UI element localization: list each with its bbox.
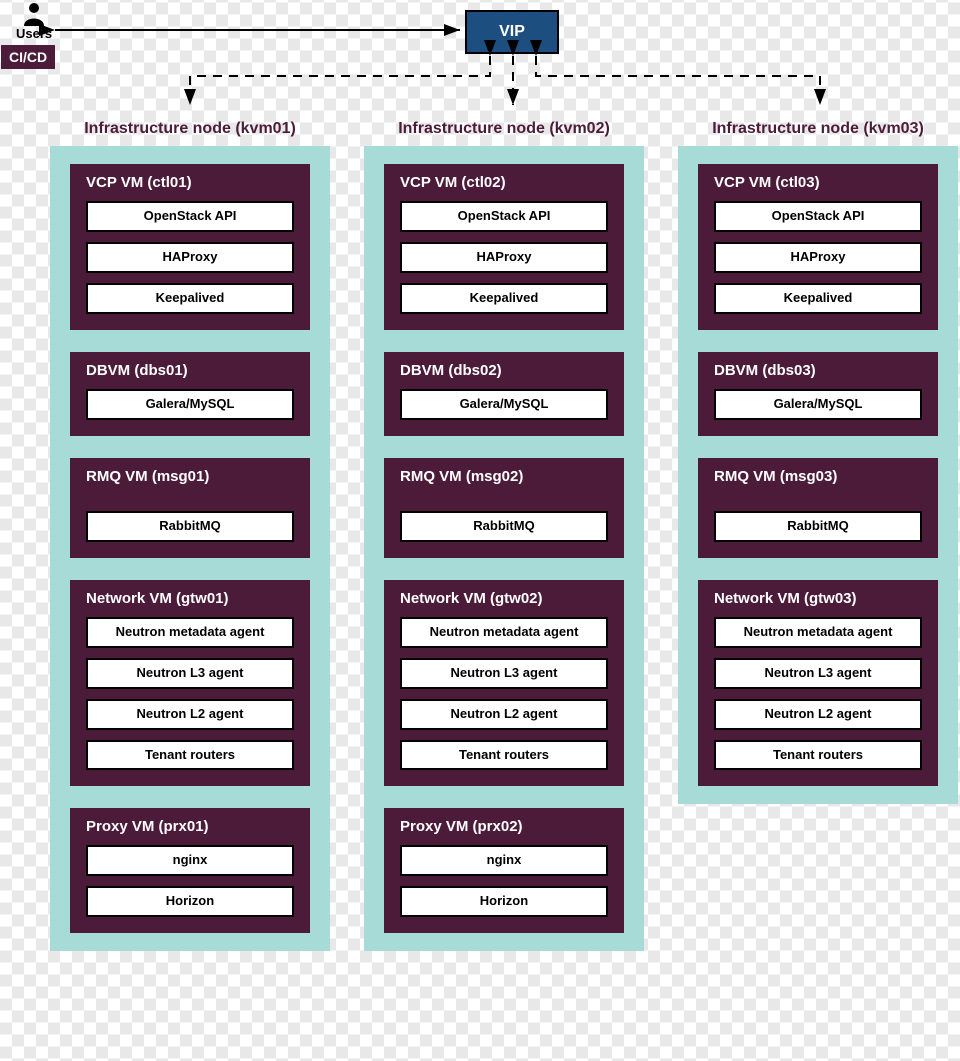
infra-node-body: VCP VM (ctl03) OpenStack API HAProxy Keepal… <box>678 146 958 804</box>
vm-box: Proxy VM (prx01) nginx Horizon <box>70 808 310 933</box>
service-box: HAProxy <box>400 242 608 273</box>
vm-box: Proxy VM (prx02) nginx Horizon <box>384 808 624 933</box>
user-icon <box>22 2 46 26</box>
vm-services: Galera/MySQL <box>86 389 294 420</box>
infra-node-body: VCP VM (ctl02) OpenStack API HAProxy Keepal… <box>364 146 644 951</box>
vm-title: RMQ VM (msg02) <box>400 468 608 485</box>
service-box: nginx <box>86 845 294 876</box>
service-box: Neutron L2 agent <box>714 699 922 730</box>
service-box: Galera/MySQL <box>86 389 294 420</box>
vm-title: VCP VM (ctl01) <box>86 174 294 191</box>
vm-box: VCP VM (ctl03) OpenStack API HAProxy Keepal… <box>698 164 938 330</box>
service-box: nginx <box>400 845 608 876</box>
service-box: Tenant routers <box>86 740 294 771</box>
vip-box: VIP <box>465 10 559 54</box>
vm-title: Proxy VM (prx01) <box>86 818 294 835</box>
vm-services: Neutron metadata agent Neutron L3 agent Ne… <box>714 617 922 771</box>
vm-services: Neutron metadata agent Neutron L3 agent Ne… <box>400 617 608 771</box>
vm-services: RabbitMQ <box>714 511 922 542</box>
infra-node-body: VCP VM (ctl01) OpenStack API HAProxy Keepal… <box>50 146 330 951</box>
service-box: RabbitMQ <box>400 511 608 542</box>
vm-title: VCP VM (ctl02) <box>400 174 608 191</box>
vm-box: RMQ VM (msg02) RabbitMQ <box>384 458 624 558</box>
service-box: RabbitMQ <box>714 511 922 542</box>
vm-services: OpenStack API HAProxy Keepalived <box>400 201 608 314</box>
service-box: Neutron L3 agent <box>86 658 294 689</box>
vm-title: Proxy VM (prx02) <box>400 818 608 835</box>
vm-services: RabbitMQ <box>400 511 608 542</box>
service-box: Tenant routers <box>400 740 608 771</box>
vm-box: Network VM (gtw02) Neutron metadata agent… <box>384 580 624 787</box>
vm-box: Network VM (gtw03) Neutron metadata agent… <box>698 580 938 787</box>
service-box: HAProxy <box>714 242 922 273</box>
vm-box: DBVM (dbs01) Galera/MySQL <box>70 352 310 436</box>
service-box: RabbitMQ <box>86 511 294 542</box>
service-box: OpenStack API <box>86 201 294 232</box>
infra-node: Infrastructure node (kvm01) VCP VM (ctl01… <box>50 120 330 951</box>
vm-title: DBVM (dbs03) <box>714 362 922 379</box>
service-box: Galera/MySQL <box>400 389 608 420</box>
vm-box: VCP VM (ctl02) OpenStack API HAProxy Keepal… <box>384 164 624 330</box>
vm-title: Network VM (gtw02) <box>400 590 608 607</box>
vm-services: OpenStack API HAProxy Keepalived <box>86 201 294 314</box>
vm-box: Network VM (gtw01) Neutron metadata agent… <box>70 580 310 787</box>
service-box: Neutron metadata agent <box>86 617 294 648</box>
service-box: Neutron L2 agent <box>86 699 294 730</box>
vm-title: Network VM (gtw03) <box>714 590 922 607</box>
service-box: Tenant routers <box>714 740 922 771</box>
vm-services: Galera/MySQL <box>400 389 608 420</box>
service-box: HAProxy <box>86 242 294 273</box>
vm-services: OpenStack API HAProxy Keepalived <box>714 201 922 314</box>
vm-box: RMQ VM (msg01) RabbitMQ <box>70 458 310 558</box>
vm-services: Galera/MySQL <box>714 389 922 420</box>
diagram-canvas: Users CI/CD VIP Infrastructure node (kvm… <box>0 0 960 1061</box>
users-block: Users <box>16 2 52 41</box>
service-box: Keepalived <box>400 283 608 314</box>
vm-services: RabbitMQ <box>86 511 294 542</box>
service-box: OpenStack API <box>714 201 922 232</box>
service-box: Horizon <box>86 886 294 917</box>
vm-title: RMQ VM (msg01) <box>86 468 294 485</box>
vm-title: DBVM (dbs01) <box>86 362 294 379</box>
vm-services: nginx Horizon <box>86 845 294 917</box>
service-box: Keepalived <box>714 283 922 314</box>
vm-box: DBVM (dbs03) Galera/MySQL <box>698 352 938 436</box>
cicd-box: CI/CD <box>1 45 55 69</box>
users-label: Users <box>16 26 52 41</box>
infra-node-title: Infrastructure node (kvm01) <box>50 120 330 138</box>
vm-box: DBVM (dbs02) Galera/MySQL <box>384 352 624 436</box>
vm-services: nginx Horizon <box>400 845 608 917</box>
service-box: OpenStack API <box>400 201 608 232</box>
vm-title: VCP VM (ctl03) <box>714 174 922 191</box>
service-box: Neutron metadata agent <box>714 617 922 648</box>
infra-node-title: Infrastructure node (kvm02) <box>364 120 644 138</box>
columns: Infrastructure node (kvm01) VCP VM (ctl01… <box>50 120 958 951</box>
infra-node-title: Infrastructure node (kvm03) <box>678 120 958 138</box>
infra-node: Infrastructure node (kvm02) VCP VM (ctl02… <box>364 120 644 951</box>
service-box: Galera/MySQL <box>714 389 922 420</box>
vm-title: Network VM (gtw01) <box>86 590 294 607</box>
vm-box: VCP VM (ctl01) OpenStack API HAProxy Keepal… <box>70 164 310 330</box>
service-box: Neutron L3 agent <box>714 658 922 689</box>
service-box: Keepalived <box>86 283 294 314</box>
vm-services: Neutron metadata agent Neutron L3 agent Ne… <box>86 617 294 771</box>
service-box: Neutron L3 agent <box>400 658 608 689</box>
infra-node: Infrastructure node (kvm03) VCP VM (ctl03… <box>678 120 958 951</box>
service-box: Neutron L2 agent <box>400 699 608 730</box>
vm-title: RMQ VM (msg03) <box>714 468 922 485</box>
service-box: Horizon <box>400 886 608 917</box>
vm-title: DBVM (dbs02) <box>400 362 608 379</box>
service-box: Neutron metadata agent <box>400 617 608 648</box>
vm-box: RMQ VM (msg03) RabbitMQ <box>698 458 938 558</box>
